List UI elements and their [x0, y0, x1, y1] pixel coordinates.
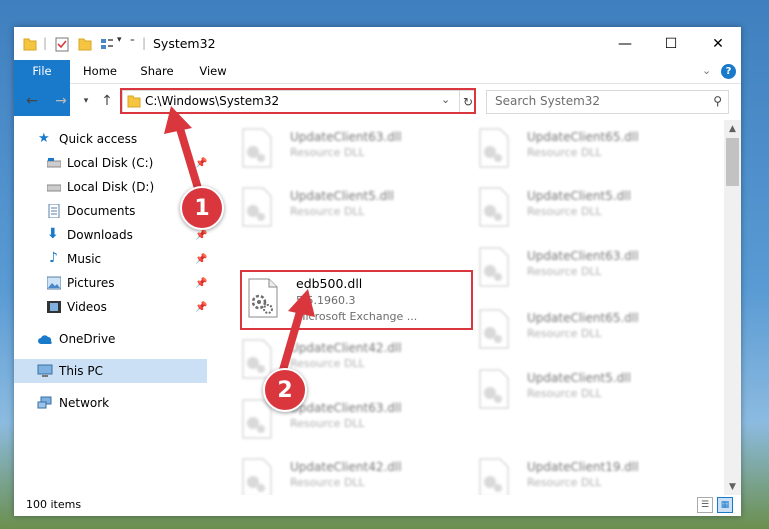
- annotation-overlay: [164, 106, 315, 374]
- step-1-badge: 1: [180, 186, 224, 230]
- step-2-badge: 2: [263, 368, 307, 412]
- arrow-1: [164, 106, 204, 199]
- arrow-2: [279, 289, 315, 374]
